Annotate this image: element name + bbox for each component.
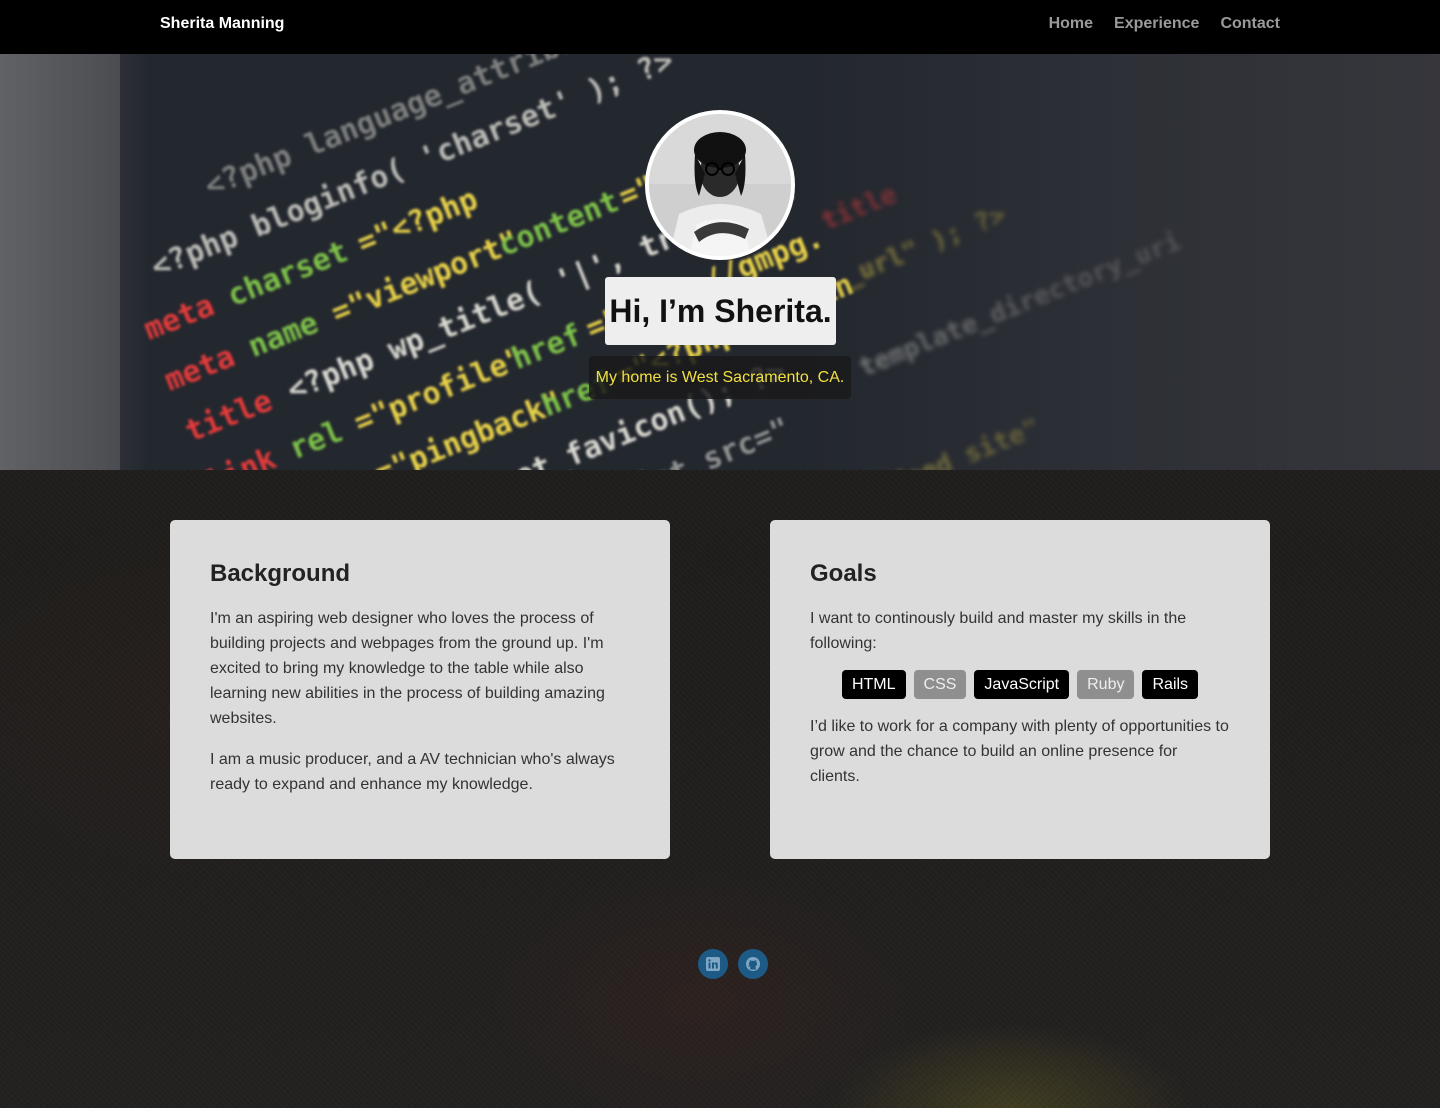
- linkedin-link[interactable]: [698, 949, 728, 979]
- background-card: Background I'm an aspiring web designer …: [170, 520, 670, 859]
- skill-badge-html: HTML: [841, 670, 906, 699]
- skill-badge-javascript: JavaScript: [974, 670, 1070, 699]
- nav-home-link[interactable]: Home: [1049, 15, 1093, 33]
- linkedin-icon: [706, 957, 720, 971]
- nav-contact-link[interactable]: Contact: [1220, 15, 1280, 33]
- social-links: [698, 949, 768, 979]
- hero-location-text: My home is West Sacramento, CA.: [589, 356, 851, 399]
- github-icon: [746, 957, 760, 971]
- hero-heading: Hi, I’m Sherita.: [605, 277, 836, 345]
- hero-section: <?php language_attributes(); ?> <?php bl…: [0, 54, 1440, 470]
- profile-avatar: [645, 110, 795, 260]
- goals-outro: I’d like to work for a company with plen…: [810, 718, 1229, 785]
- skill-badge-ruby: Ruby: [1077, 670, 1135, 699]
- skill-badge-css: CSS: [913, 670, 967, 699]
- profile-photo: [649, 114, 791, 256]
- background-heading: Background: [210, 560, 351, 587]
- hero-right-fade: [800, 54, 1440, 470]
- background-paragraph-2: I am a music producer, and a AV technici…: [210, 751, 615, 793]
- hero-left-fade: [0, 54, 150, 470]
- navbar: Sherita Manning Home Experience Contact: [0, 0, 1440, 54]
- goals-card: Goals I want to continously build and ma…: [770, 520, 1270, 859]
- skills-list: HTML CSS JavaScript Ruby Rails: [810, 670, 1230, 699]
- goals-intro: I want to continously build and master m…: [810, 610, 1187, 652]
- nav-links: Home Experience Contact: [1049, 15, 1280, 33]
- background-paragraph-1: I'm an aspiring web designer who loves t…: [210, 610, 605, 727]
- skill-badge-rails: Rails: [1142, 670, 1199, 699]
- brand-link[interactable]: Sherita Manning: [160, 15, 284, 33]
- nav-experience-link[interactable]: Experience: [1114, 15, 1199, 33]
- github-link[interactable]: [738, 949, 768, 979]
- goals-heading: Goals: [810, 560, 877, 587]
